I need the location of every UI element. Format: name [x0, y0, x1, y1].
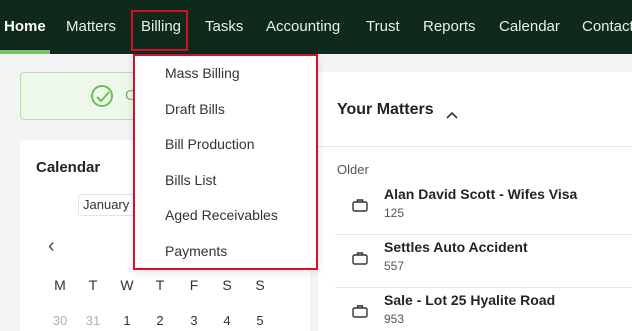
- matter-name[interactable]: Alan David Scott - Wifes Visa: [384, 186, 577, 202]
- check-circle-icon: [91, 85, 113, 107]
- billing-dropdown-menu: Mass Billing Draft Bills Bill Production…: [133, 54, 318, 270]
- nav-calendar[interactable]: Calendar: [499, 0, 560, 54]
- nav-matters[interactable]: Matters: [66, 0, 116, 54]
- matter-item[interactable]: Sale - Lot 25 Hyalite Road 953: [335, 287, 632, 331]
- divider: [335, 287, 632, 288]
- calendar-day[interactable]: 4: [217, 313, 237, 328]
- weekday-label: M: [54, 277, 66, 293]
- nav-reports[interactable]: Reports: [423, 0, 476, 54]
- nav-contacts[interactable]: Contact: [582, 0, 632, 54]
- top-nav: Home Matters Billing Tasks Accounting Tr…: [0, 0, 632, 54]
- weekday-label: S: [222, 277, 232, 293]
- menu-item-payments[interactable]: Payments: [165, 243, 227, 259]
- menu-item-aged-receivables[interactable]: Aged Receivables: [165, 207, 278, 223]
- nav-tasks[interactable]: Tasks: [205, 0, 243, 54]
- briefcase-icon: [352, 251, 368, 270]
- matter-name[interactable]: Sale - Lot 25 Hyalite Road: [384, 292, 555, 308]
- weekday-label: T: [155, 277, 165, 293]
- weekday-label: W: [120, 277, 134, 293]
- matter-number: 125: [384, 206, 405, 220]
- briefcase-icon: [352, 198, 368, 217]
- divider: [318, 146, 632, 147]
- calendar-day[interactable]: 5: [250, 313, 270, 328]
- matters-panel: Your Matters Older Alan David Scott - Wi…: [318, 72, 632, 331]
- briefcase-icon: [352, 304, 368, 323]
- menu-item-bills-list[interactable]: Bills List: [165, 172, 216, 188]
- weekday-label: S: [255, 277, 265, 293]
- chevron-left-icon[interactable]: ‹: [48, 235, 55, 258]
- nav-active-indicator: [0, 50, 50, 54]
- nav-accounting[interactable]: Accounting: [266, 0, 340, 54]
- calendar-day[interactable]: 1: [117, 313, 137, 328]
- weekday-label: F: [189, 277, 199, 293]
- success-banner: C: [20, 72, 140, 120]
- nav-home[interactable]: Home: [4, 0, 46, 54]
- nav-trust[interactable]: Trust: [366, 0, 400, 54]
- divider: [335, 234, 632, 235]
- calendar-day[interactable]: 31: [83, 313, 103, 328]
- matter-number: 953: [384, 312, 405, 326]
- chevron-up-icon[interactable]: [446, 106, 458, 124]
- calendar-title: Calendar: [36, 159, 101, 176]
- matter-item[interactable]: Alan David Scott - Wifes Visa 125: [335, 186, 632, 234]
- billing-highlight-box: [131, 10, 188, 51]
- calendar-day[interactable]: 30: [50, 313, 70, 328]
- weekday-label: T: [88, 277, 98, 293]
- matter-name[interactable]: Settles Auto Accident: [384, 239, 528, 255]
- calendar-day[interactable]: 3: [184, 313, 204, 328]
- matter-number: 557: [384, 259, 405, 273]
- menu-item-bill-production[interactable]: Bill Production: [165, 136, 255, 152]
- menu-item-mass-billing[interactable]: Mass Billing: [165, 65, 240, 81]
- matter-item[interactable]: Settles Auto Accident 557: [335, 234, 632, 287]
- menu-item-draft-bills[interactable]: Draft Bills: [165, 101, 225, 117]
- month-select[interactable]: January: [78, 194, 140, 216]
- calendar-day[interactable]: 2: [150, 313, 170, 328]
- matters-title: Your Matters: [337, 101, 434, 118]
- group-label: Older: [337, 162, 369, 177]
